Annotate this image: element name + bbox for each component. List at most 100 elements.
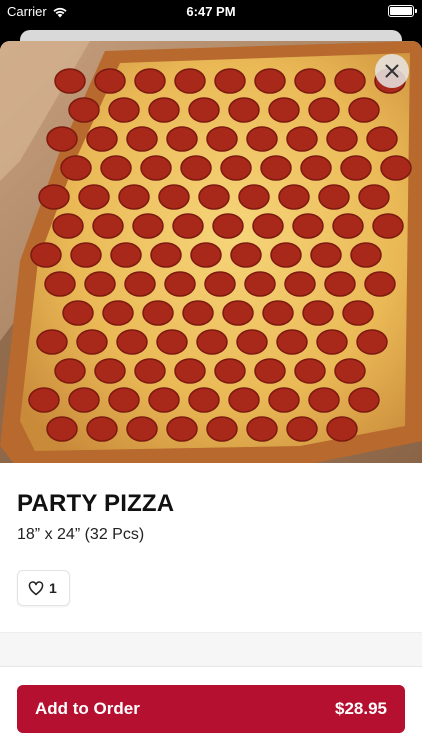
pepperoni-slice: [326, 126, 358, 152]
pepperoni-slice: [316, 329, 348, 355]
pepperoni-slice: [342, 300, 374, 326]
pepperoni-slice: [228, 387, 260, 413]
pepperoni-slice: [188, 97, 220, 123]
pepperoni-slice: [198, 184, 230, 210]
pepperoni-slice: [78, 184, 110, 210]
pepperoni-slice: [38, 184, 70, 210]
pepperoni-slice: [228, 97, 260, 123]
close-button[interactable]: [375, 54, 409, 88]
pepperoni-slice: [118, 184, 150, 210]
pepperoni-slice: [94, 358, 126, 384]
battery-icon: [388, 5, 417, 17]
separator-band: [0, 632, 422, 667]
pepperoni-slice: [166, 126, 198, 152]
pepperoni-slice: [158, 184, 190, 210]
pepperoni-slice: [116, 329, 148, 355]
pepperoni-slice: [326, 416, 358, 442]
pepperoni-slice: [292, 213, 324, 239]
pepperoni-slice: [350, 242, 382, 268]
footer: Add to Order $28.95: [0, 668, 422, 750]
pepperoni-slice: [54, 68, 86, 94]
pepperoni-slice: [204, 271, 236, 297]
pepperoni-slice: [62, 300, 94, 326]
pepperoni-slice: [236, 329, 268, 355]
pepperoni-slice: [172, 213, 204, 239]
pepperoni-slice: [76, 329, 108, 355]
pepperoni-slice: [276, 329, 308, 355]
pepperoni-slice: [380, 155, 412, 181]
pepperoni-slice: [340, 155, 372, 181]
pepperoni-slice: [126, 126, 158, 152]
pepperoni-slice: [28, 387, 60, 413]
pepperoni-slice: [364, 271, 396, 297]
pepperoni-slice: [86, 126, 118, 152]
pepperoni-slice: [214, 358, 246, 384]
pepperoni-slice: [182, 300, 214, 326]
pepperoni-slice: [358, 184, 390, 210]
pepperoni-slice: [108, 387, 140, 413]
pepperoni-slice: [286, 416, 318, 442]
pepperoni-slice: [238, 184, 270, 210]
item-size: 18” x 24” (32 Pcs): [17, 526, 145, 543]
pepperoni-slice: [46, 126, 78, 152]
pizza-photo: [0, 41, 422, 463]
pepperoni-slice: [268, 387, 300, 413]
pepperoni-slice: [260, 155, 292, 181]
pepperoni-slice: [68, 97, 100, 123]
pepperoni-slice: [150, 242, 182, 268]
favorite-button[interactable]: 1: [17, 570, 70, 606]
pepperoni-slice: [84, 271, 116, 297]
close-icon: [385, 64, 399, 78]
pepperoni-slice: [174, 358, 206, 384]
pepperoni-slice: [356, 329, 388, 355]
add-to-order-label: Add to Order: [35, 699, 140, 718]
pepperoni-slice: [308, 97, 340, 123]
pepperoni-slice: [142, 300, 174, 326]
pepperoni-slice: [270, 242, 302, 268]
pepperoni-slice: [302, 300, 334, 326]
pepperoni-slice: [334, 358, 366, 384]
pepperoni-slice: [196, 329, 228, 355]
pepperoni-slice: [60, 155, 92, 181]
pepperoni-slice: [222, 300, 254, 326]
pepperoni-slice: [268, 97, 300, 123]
pepperoni-slice: [190, 242, 222, 268]
pepperoni-slice: [278, 184, 310, 210]
pepperoni-slice: [102, 300, 134, 326]
pepperoni-slice: [286, 126, 318, 152]
pepperoni-slice: [100, 155, 132, 181]
add-to-order-button[interactable]: Add to Order $28.95: [17, 685, 405, 733]
pepperoni-slice: [46, 416, 78, 442]
pepperoni-slice: [294, 68, 326, 94]
favorite-count: 1: [49, 580, 57, 596]
pepperoni-slice: [54, 358, 86, 384]
pepperoni-slice: [52, 213, 84, 239]
pepperoni-slice: [230, 242, 262, 268]
pepperoni-slice: [212, 213, 244, 239]
pepperoni-slice: [188, 387, 220, 413]
pepperoni-slice: [254, 358, 286, 384]
pepperoni-slice: [94, 68, 126, 94]
pepperoni-slice: [44, 271, 76, 297]
pepperoni-slice: [246, 126, 278, 152]
pepperoni-slice: [132, 213, 164, 239]
pepperoni-slice: [294, 358, 326, 384]
pepperoni-slice: [244, 271, 276, 297]
pepperoni-slice: [348, 97, 380, 123]
pepperoni-slice: [206, 416, 238, 442]
pepperoni-slice: [166, 416, 198, 442]
pepperoni-slice: [220, 155, 252, 181]
status-time: 6:47 PM: [186, 4, 236, 19]
item-detail-sheet: PARTY PIZZA 18” x 24” (32 Pcs) 1 Add to …: [0, 41, 422, 750]
pepperoni-slice: [148, 387, 180, 413]
heart-icon: [28, 580, 44, 595]
pepperoni-slice: [308, 387, 340, 413]
price-label: $28.95: [335, 699, 387, 718]
item-title: PARTY PIZZA: [17, 490, 175, 517]
pepperoni-slice: [348, 387, 380, 413]
pepperoni-slice: [70, 242, 102, 268]
pepperoni-slice: [36, 329, 68, 355]
pepperoni-slice: [86, 416, 118, 442]
pepperoni-slice: [180, 155, 212, 181]
pepperoni-slice: [318, 184, 350, 210]
